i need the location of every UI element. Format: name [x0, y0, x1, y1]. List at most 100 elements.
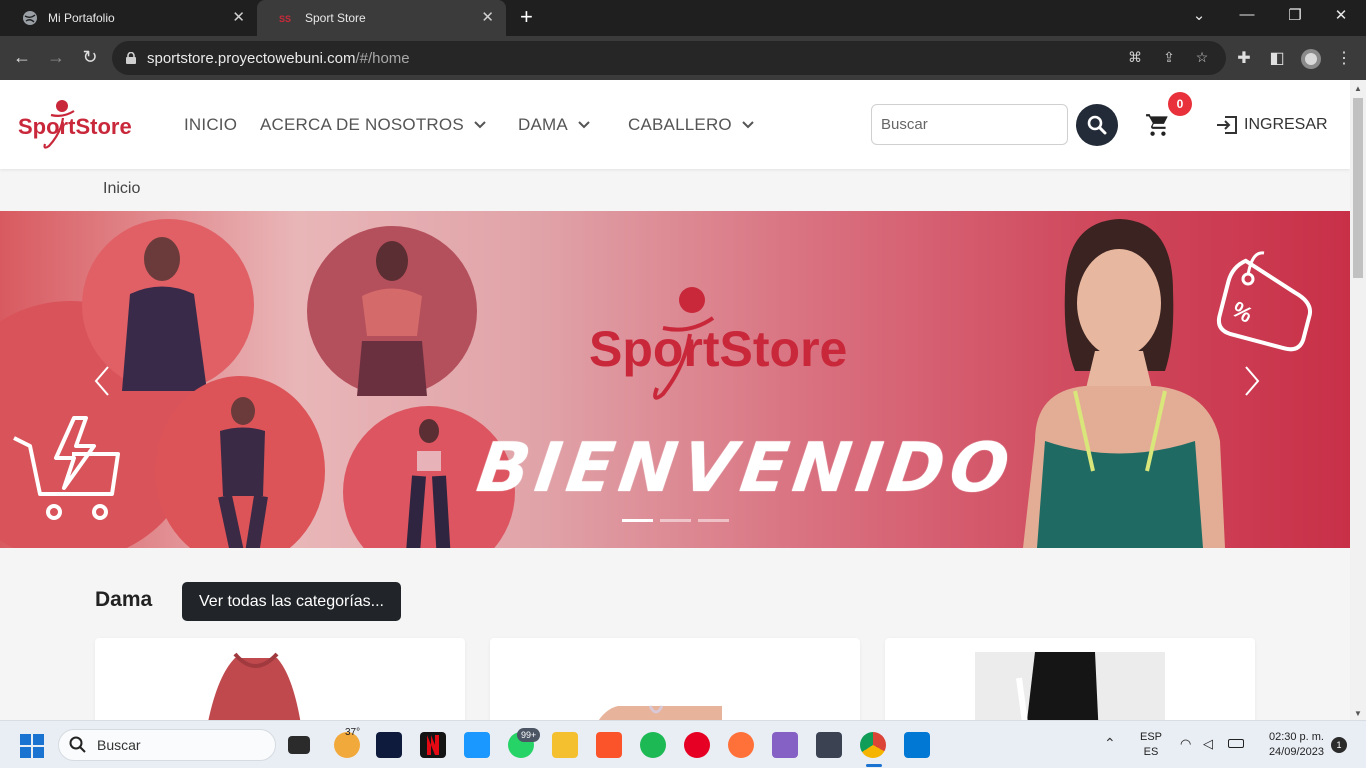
- nav-acerca-de-nosotros[interactable]: ACERCA DE NOSOTROS: [260, 115, 486, 135]
- reload-button[interactable]: ↻: [78, 46, 102, 70]
- nav-label: CABALLERO: [628, 115, 732, 134]
- brave-browser-icon[interactable]: [596, 732, 622, 758]
- carousel-indicators: [622, 519, 729, 522]
- taskbar-search[interactable]: Buscar: [58, 729, 276, 761]
- spotify-app-icon[interactable]: [640, 732, 666, 758]
- search-icon: [69, 736, 86, 753]
- back-button[interactable]: ←: [10, 46, 34, 70]
- svg-text:%: %: [1228, 296, 1257, 327]
- search-input[interactable]: [871, 104, 1068, 145]
- scroll-down-arrow-icon[interactable]: ▼: [1354, 709, 1362, 718]
- cart-count-badge: 0: [1168, 92, 1192, 116]
- extensions-puzzle-icon[interactable]: ✚: [1234, 48, 1254, 68]
- url-host: sportstore.proyectowebuni.com: [147, 50, 356, 67]
- new-tab-button[interactable]: +: [520, 6, 540, 28]
- view-all-categories-button[interactable]: Ver todas las categorías...: [182, 582, 401, 621]
- scroll-up-arrow-icon[interactable]: ▲: [1354, 84, 1362, 93]
- profile-avatar[interactable]: [1300, 48, 1321, 69]
- chevron-down-icon: [742, 121, 754, 129]
- windows-start-icon[interactable]: [20, 734, 44, 758]
- vscode-app-icon[interactable]: [904, 732, 930, 758]
- close-window-button[interactable]: ✕: [1330, 6, 1352, 24]
- svg-text:SportStore: SportStore: [589, 321, 847, 377]
- scrollbar-thumb[interactable]: [1353, 98, 1363, 278]
- side-panel-icon[interactable]: ◧: [1267, 48, 1287, 68]
- sportstore-favicon-icon: SS: [279, 10, 295, 26]
- language-indicator[interactable]: ESP ES: [1140, 730, 1162, 760]
- carousel-indicator[interactable]: [660, 519, 691, 522]
- clock-time: 02:30 p. m.: [1268, 731, 1324, 743]
- nav-inicio[interactable]: INICIO: [184, 115, 237, 135]
- tab-search-chevron-icon[interactable]: ⌄: [1188, 6, 1210, 24]
- weather-temp: 37°: [345, 727, 361, 738]
- model-photo-woman-hero: [1023, 219, 1225, 548]
- search-button[interactable]: [1076, 104, 1118, 146]
- close-tab-icon[interactable]: ✕: [481, 10, 494, 26]
- product-card[interactable]: [95, 638, 465, 720]
- windows-taskbar: Buscar 37° 99+ ⌃ ESP ES ◠ ◁ 02:30 p. m. …: [0, 720, 1366, 768]
- nav-label: INICIO: [184, 115, 238, 134]
- url-text: sportstore.proyectowebuni.com/#/home: [147, 50, 410, 67]
- wifi-icon[interactable]: ◠: [1180, 736, 1191, 752]
- keyboard-layout: ES: [1143, 746, 1159, 758]
- hero-sportstore-logo: SportStore: [589, 287, 847, 400]
- login-icon: [1217, 116, 1237, 134]
- share-icon[interactable]: ⇪: [1160, 49, 1178, 67]
- search-icon: [1087, 115, 1107, 135]
- carousel-next-button[interactable]: [1236, 361, 1266, 401]
- globe-icon: [22, 10, 38, 26]
- minimize-button[interactable]: —: [1236, 6, 1258, 23]
- hero-title: BIENVENIDO: [472, 429, 1020, 508]
- tab-mi-portafolio[interactable]: Mi Portafolio ✕: [0, 0, 257, 36]
- browser-tab-strip: Mi Portafolio ✕ SS Sport Store ✕ + ⌄ — ❐…: [0, 0, 1366, 36]
- forward-button[interactable]: →: [44, 46, 68, 70]
- volume-icon[interactable]: ◁: [1203, 736, 1213, 752]
- page-scrollbar[interactable]: ▲ ▼: [1350, 80, 1366, 720]
- site-header: SportStore INICIO ACERCA DE NOSOTROS DAM…: [0, 80, 1350, 169]
- nav-dama[interactable]: DAMA: [518, 115, 590, 135]
- price-tag-icon: %: [1216, 251, 1313, 352]
- clock-date: 24/09/2023: [1268, 746, 1324, 758]
- translate-icon[interactable]: ⌘: [1126, 49, 1144, 67]
- sportstore-logo[interactable]: SportStore: [17, 98, 147, 152]
- system-clock[interactable]: 02:30 p. m. 24/09/2023: [1258, 730, 1324, 760]
- close-tab-icon[interactable]: ✕: [232, 10, 245, 26]
- chrome-menu-icon[interactable]: ⋮: [1334, 48, 1354, 68]
- carousel-prev-button[interactable]: [88, 361, 118, 401]
- bookmark-star-icon[interactable]: ☆: [1193, 49, 1211, 67]
- notification-badge[interactable]: 1: [1331, 737, 1347, 753]
- task-view-icon[interactable]: [288, 736, 310, 754]
- product-card[interactable]: [490, 638, 860, 720]
- product-image: [598, 705, 722, 720]
- model-photo-man-2: [155, 376, 325, 548]
- carousel-indicator[interactable]: [622, 519, 653, 522]
- carousel-indicator[interactable]: [698, 519, 729, 522]
- breadcrumb[interactable]: Inicio: [103, 180, 140, 198]
- pinterest-app-icon[interactable]: [684, 732, 710, 758]
- netflix-app-icon[interactable]: [420, 732, 446, 758]
- nav-label: DAMA: [518, 115, 568, 134]
- chrome-browser-icon[interactable]: [860, 732, 886, 758]
- disney-plus-app-icon[interactable]: [376, 732, 402, 758]
- battery-icon[interactable]: [1228, 739, 1244, 748]
- tray-overflow-chevron-icon[interactable]: ⌃: [1104, 735, 1116, 752]
- login-button[interactable]: INGRESAR: [1216, 114, 1328, 136]
- tab-sport-store[interactable]: SS Sport Store ✕: [257, 0, 506, 36]
- chevron-down-icon: [578, 121, 590, 129]
- terminal-app-icon[interactable]: [816, 732, 842, 758]
- file-explorer-icon[interactable]: [552, 732, 578, 758]
- restore-button[interactable]: ❐: [1284, 6, 1306, 24]
- prime-video-app-icon[interactable]: [464, 732, 490, 758]
- language-code: ESP: [1140, 731, 1163, 743]
- nav-caballero[interactable]: CABALLERO: [628, 115, 754, 135]
- address-bar[interactable]: sportstore.proyectowebuni.com/#/home ⌘ ⇪…: [112, 41, 1226, 75]
- shopping-cart-icon[interactable]: [1145, 112, 1171, 138]
- product-card[interactable]: [885, 638, 1255, 720]
- firefox-browser-icon[interactable]: [728, 732, 754, 758]
- page-viewport: SportStore INICIO ACERCA DE NOSOTROS DAM…: [0, 80, 1366, 720]
- login-label: INGRESAR: [1244, 116, 1328, 133]
- tab-title: Sport Store: [305, 11, 366, 25]
- whatsapp-badge: 99+: [517, 728, 541, 742]
- visual-studio-icon[interactable]: [772, 732, 798, 758]
- browser-toolbar: ← → ↻ sportstore.proyectowebuni.com/#/ho…: [0, 36, 1366, 80]
